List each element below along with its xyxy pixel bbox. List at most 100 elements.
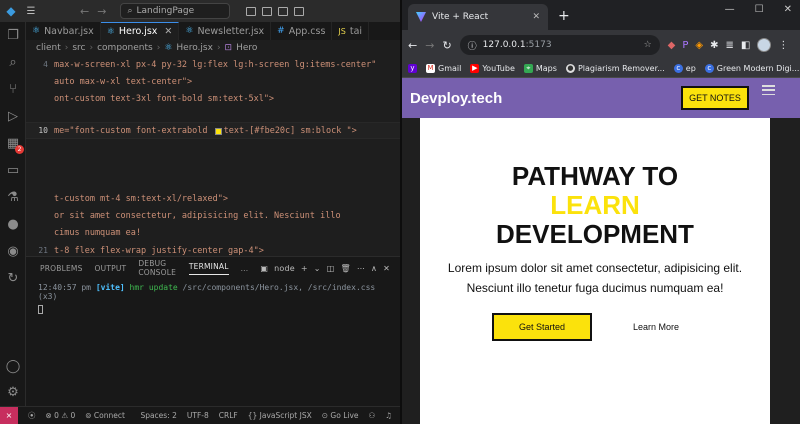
color-swatch[interactable] bbox=[214, 127, 222, 135]
breadcrumb-item[interactable]: Hero bbox=[236, 43, 257, 53]
github-icon[interactable]: ● bbox=[5, 216, 21, 232]
extension-icon[interactable]: P bbox=[682, 40, 688, 51]
browser-tab-title: Vite + React bbox=[432, 12, 489, 22]
breadcrumb-item[interactable]: Hero.jsx bbox=[176, 43, 213, 53]
bookmark-maps[interactable]: ⌖ Maps bbox=[523, 64, 557, 73]
maximize-icon[interactable]: ☐ bbox=[755, 4, 764, 15]
extension-icon[interactable]: ◆ bbox=[668, 40, 676, 51]
bookmark-star-icon[interactable]: ☆ bbox=[644, 40, 652, 50]
language-status[interactable]: {} JavaScript JSX bbox=[248, 411, 312, 420]
metamask-icon[interactable]: ◈ bbox=[695, 40, 703, 51]
explorer-icon[interactable]: ❐ bbox=[5, 27, 21, 43]
trash-icon[interactable]: 🗑 bbox=[340, 264, 350, 273]
search-icon[interactable]: ⌕ bbox=[5, 54, 21, 70]
indent-status[interactable]: Spaces: 2 bbox=[140, 411, 176, 420]
source-control-icon[interactable]: ⑂ bbox=[5, 81, 21, 97]
remote-explorer-icon[interactable]: ▭ bbox=[5, 162, 21, 178]
reload-icon[interactable]: ↻ bbox=[442, 39, 451, 52]
activity-bar: ❐ ⌕ ⑂ ▷ ▦ 2 ▭ ⚗ ● ◉ ↻ ◯ ⚙ bbox=[0, 22, 26, 406]
live-share-icon[interactable]: ↻ bbox=[5, 270, 21, 286]
tab-output[interactable]: OUTPUT bbox=[95, 264, 127, 273]
chrome-menu-icon[interactable]: ⋮ bbox=[778, 40, 788, 51]
browser-tabstrip: Vite + React ✕ + — ☐ ✕ bbox=[402, 0, 800, 30]
extensions-puzzle-icon[interactable]: ✱ bbox=[710, 40, 718, 51]
nav-arrows[interactable]: ←→ bbox=[80, 5, 114, 18]
screen: ◆ ☰ ←→ ⌕ LandingPage ❐ ⌕ ⑂ ▷ ▦2 ▭ ⚗ ● ◉ bbox=[0, 0, 800, 424]
run-debug-icon[interactable]: ▷ bbox=[5, 108, 21, 124]
yahoo-icon: y bbox=[408, 64, 417, 73]
react-icon: ⚛ bbox=[164, 43, 173, 53]
new-terminal-button[interactable]: + bbox=[301, 264, 308, 273]
bookmark-label: Plagiarism Remover... bbox=[577, 64, 665, 73]
get-started-button[interactable]: Get Started bbox=[492, 313, 592, 341]
bookmark-plagiarism[interactable]: ● Plagiarism Remover... bbox=[565, 64, 665, 73]
close-window-icon[interactable]: ✕ bbox=[784, 4, 792, 15]
code-editor[interactable]: 4 max-w-screen-xl px-4 py-32 lg:flex lg:h… bbox=[26, 56, 400, 256]
chevron-right-icon: › bbox=[89, 43, 94, 53]
terminal-output[interactable]: 12:40:57 pm [vite] hmr update /src/compo… bbox=[26, 279, 400, 320]
minimize-icon[interactable]: — bbox=[725, 4, 735, 15]
go-live-button[interactable]: ⊙ Go Live bbox=[322, 411, 359, 420]
profile-avatar[interactable] bbox=[757, 38, 772, 52]
tab-newsletter[interactable]: ⚛ Newsletter.jsx bbox=[179, 22, 272, 40]
problems-status[interactable]: ⊗ 0 ⚠ 0 bbox=[46, 411, 76, 420]
split-terminal-icon[interactable]: ◫ bbox=[327, 264, 335, 273]
chevron-down-icon[interactable]: ⌄ bbox=[314, 264, 321, 273]
breadcrumb-item[interactable]: src bbox=[72, 43, 85, 53]
menu-icon[interactable]: ☰ bbox=[22, 6, 40, 17]
toggle-panel-icon[interactable] bbox=[262, 6, 273, 16]
more-tabs-button[interactable]: ... bbox=[241, 264, 249, 273]
close-icon[interactable]: ✕ bbox=[164, 26, 172, 37]
close-panel-icon[interactable]: ✕ bbox=[383, 264, 390, 273]
more-icon[interactable]: ⋯ bbox=[357, 264, 365, 273]
breadcrumb-item[interactable]: client bbox=[36, 43, 61, 53]
tab-problems[interactable]: PROBLEMS bbox=[40, 264, 83, 273]
tab-hero[interactable]: ⚛ Hero.jsx ✕ bbox=[100, 22, 180, 40]
bookmark-gmail[interactable]: M Gmail bbox=[426, 64, 461, 73]
encoding-status[interactable]: UTF-8 bbox=[187, 411, 209, 420]
toggle-sidebar-icon[interactable] bbox=[246, 6, 257, 16]
new-tab-button[interactable]: + bbox=[558, 8, 570, 24]
back-icon[interactable]: ← bbox=[408, 39, 417, 52]
ports-icon[interactable]: ⦿ bbox=[28, 410, 36, 421]
browser-tab[interactable]: Vite + React ✕ bbox=[408, 4, 548, 30]
site-info-icon[interactable]: ⓘ bbox=[468, 39, 477, 52]
forward-icon[interactable]: → bbox=[425, 39, 434, 52]
docker-icon[interactable]: ◉ bbox=[5, 243, 21, 259]
bookmark-green-modern[interactable]: c Green Modern Digi... bbox=[704, 64, 799, 73]
reading-list-icon[interactable]: ≣ bbox=[725, 40, 733, 51]
tab-debug-console[interactable]: DEBUG CONSOLE bbox=[138, 259, 177, 277]
feedback-icon[interactable]: ⚇ bbox=[369, 411, 376, 420]
bell-icon[interactable]: ♫ bbox=[385, 411, 392, 420]
site-logo[interactable]: Devploy.tech bbox=[410, 90, 502, 107]
close-tab-icon[interactable]: ✕ bbox=[532, 12, 540, 22]
connect-status[interactable]: ⊚ Connect bbox=[85, 411, 125, 420]
gear-icon[interactable]: ⚙ bbox=[5, 384, 21, 400]
tab-navbar[interactable]: ⚛ Navbar.jsx bbox=[26, 22, 101, 40]
remote-icon[interactable]: ⨯ bbox=[0, 406, 18, 424]
account-icon[interactable]: ◯ bbox=[5, 358, 21, 374]
side-panel-icon[interactable]: ◧ bbox=[741, 40, 750, 51]
customize-layout-icon[interactable] bbox=[294, 6, 305, 16]
bookmark-youtube[interactable]: ▶ YouTube bbox=[470, 64, 515, 73]
bookmark-yahoo[interactable]: y bbox=[408, 64, 417, 73]
toggle-secondary-sidebar-icon[interactable] bbox=[278, 6, 289, 16]
tab-terminal[interactable]: TERMINAL bbox=[188, 262, 229, 275]
learn-more-link[interactable]: Learn More bbox=[626, 319, 686, 335]
extensions-icon[interactable]: ▦ 2 bbox=[5, 135, 24, 154]
eol-status[interactable]: CRLF bbox=[219, 411, 238, 420]
terminal-tag: [vite] bbox=[95, 283, 125, 292]
tab-app-css[interactable]: # App.css bbox=[271, 22, 333, 40]
breadcrumb-item[interactable]: components bbox=[97, 43, 153, 53]
search-icon: ⌕ bbox=[127, 6, 133, 16]
maximize-panel-icon[interactable]: ∧ bbox=[371, 264, 377, 273]
symbol-icon: ⊡ bbox=[224, 43, 233, 53]
command-center[interactable]: ⌕ LandingPage bbox=[120, 3, 231, 19]
tab-tailwind[interactable]: JS tai bbox=[332, 22, 370, 40]
terminal-shell-label[interactable]: node bbox=[274, 264, 295, 273]
address-bar[interactable]: ⓘ 127.0.0.1:5173 ☆ bbox=[459, 35, 660, 55]
testing-icon[interactable]: ⚗ bbox=[5, 189, 21, 205]
bookmark-ep[interactable]: c ep bbox=[673, 64, 696, 73]
hamburger-menu-icon[interactable] bbox=[762, 85, 775, 95]
get-notes-button[interactable]: GET NOTES bbox=[681, 86, 749, 110]
